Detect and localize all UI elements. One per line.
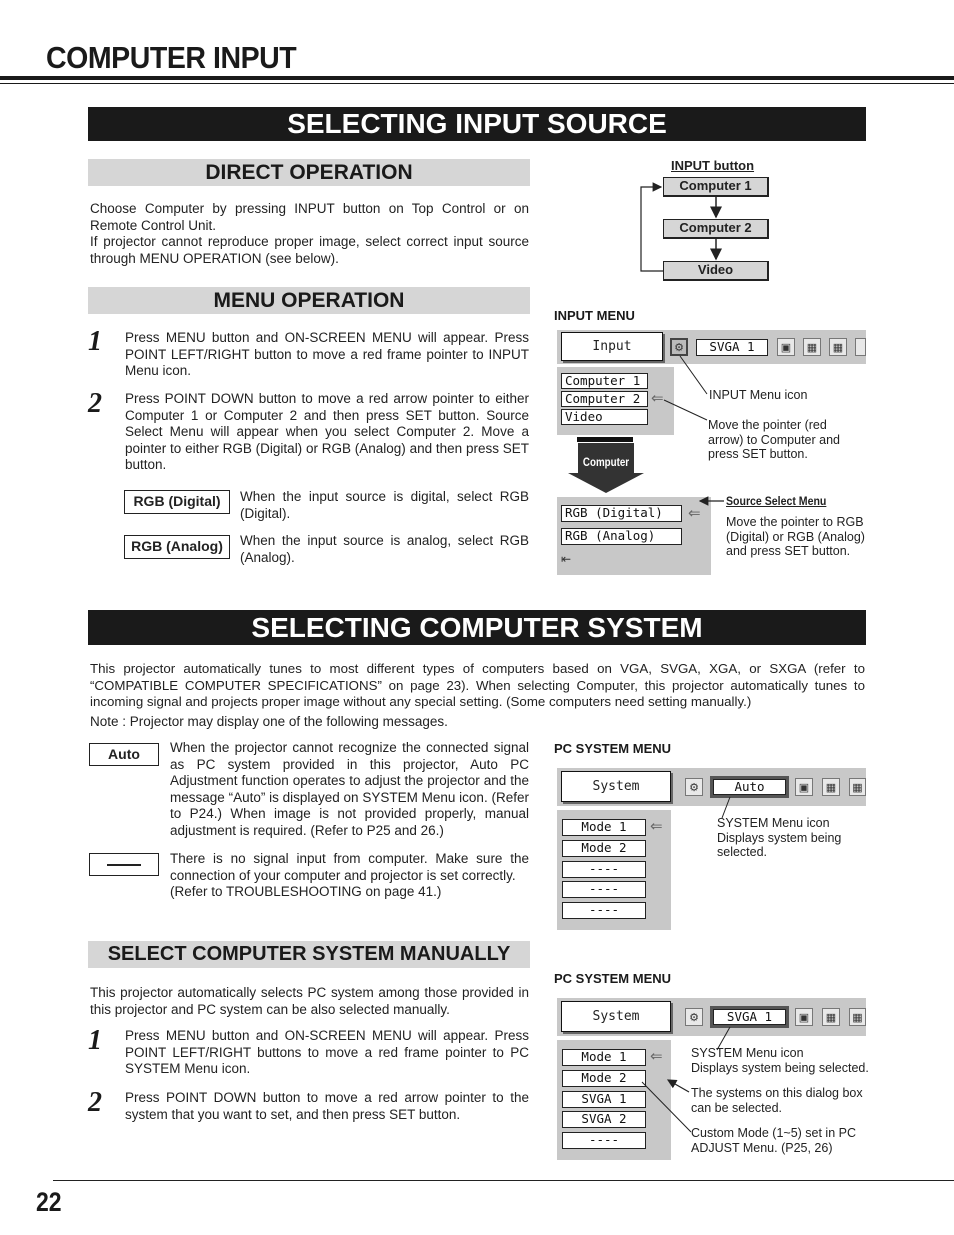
pc-system-menu-title: PC SYSTEM MENU [554, 741, 672, 756]
input-menu-icon[interactable]: ⚙ [685, 1008, 703, 1026]
osd-item-video[interactable]: Video [561, 409, 648, 425]
osd-item[interactable]: SVGA 2 [562, 1111, 646, 1128]
grid-icon[interactable]: ▦ [849, 778, 866, 796]
header-rule-thin [0, 83, 954, 84]
osd-item[interactable]: Mode 2 [562, 840, 646, 857]
nosignal-ref: (Refer to TROUBLESHOOTING on page 41.) [170, 884, 442, 899]
message-auto-label: Auto [89, 743, 159, 766]
option-text: When the input source is digital, select… [240, 489, 529, 521]
callout-system-icon: SYSTEM Menu icon Displays system being s… [691, 1046, 869, 1075]
direct-text-2: If projector cannot reproduce proper ima… [90, 234, 529, 266]
input-menu-icon[interactable]: ⚙ [685, 778, 703, 796]
osd-item[interactable]: ---- [562, 902, 646, 919]
header-rule [0, 76, 954, 80]
message-nosignal-label [89, 853, 159, 876]
osd-item-rgb-analog[interactable]: RGB (Analog) [561, 528, 682, 545]
osd-main-label: System [561, 771, 671, 802]
callout-custom-mode: Custom Mode (1~5) set in PC ADJUST Menu.… [691, 1126, 856, 1155]
system-icon[interactable]: ▣ [795, 1008, 813, 1026]
flow-item-computer-1: Computer 1 [663, 177, 769, 197]
osd-main-label: System [561, 1001, 671, 1032]
step-number: 2 [88, 388, 102, 419]
section-heading-computer-system: SELECTING COMPUTER SYSTEM [88, 610, 866, 645]
osd-item[interactable]: SVGA 1 [562, 1091, 646, 1108]
direct-operation-text: Choose Computer by pressing INPUT button… [90, 201, 529, 267]
callout-line-2: Displays system being selected. [691, 1060, 869, 1075]
osd-item[interactable]: Mode 2 [562, 1070, 646, 1087]
message-nosignal-text: There is no signal input from computer. … [170, 851, 529, 901]
computer-system-note: Note : Projector may display one of the … [90, 714, 448, 729]
grid-icon[interactable]: ▦ [849, 1008, 866, 1026]
footer-rule [53, 1180, 954, 1181]
osd-item[interactable]: ---- [562, 861, 646, 878]
section-heading-input-source: SELECTING INPUT SOURCE [88, 107, 866, 141]
osd-item-computer-2[interactable]: Computer 2 [561, 391, 648, 407]
callout-input-menu-icon: INPUT Menu icon [709, 388, 808, 402]
manual-intro: This projector automatically selects PC … [90, 985, 529, 1017]
pointer-arrow-icon: ⇐ [650, 1048, 663, 1065]
subheading-direct-operation: DIRECT OPERATION [88, 159, 530, 186]
source-select-text: Move the pointer to RGB (Digital) or RGB… [726, 515, 865, 558]
dash-line [107, 864, 141, 866]
osd-item[interactable]: Mode 1 [562, 819, 646, 836]
flow-item-video: Video [663, 261, 769, 281]
osd-item-rgb-digital[interactable]: RGB (Digital) [561, 505, 682, 522]
osd-item-computer-1[interactable]: Computer 1 [561, 373, 648, 389]
osd-system-display[interactable]: Auto [713, 779, 786, 795]
callout-systems: The systems on this dialog box can be se… [691, 1086, 863, 1115]
callout-line-1: SYSTEM Menu icon [691, 1046, 804, 1060]
subheading-menu-operation: MENU OPERATION [88, 287, 530, 314]
pointer-arrow-icon: ⇐ [650, 818, 663, 835]
flow-loop-arrow [640, 182, 663, 272]
exit-icon[interactable]: ⇤ [561, 552, 571, 566]
system-icon[interactable]: ▣ [795, 778, 813, 796]
osd-item[interactable]: ---- [562, 1132, 646, 1149]
callout-system-icon: SYSTEM Menu icon Displays system being s… [717, 816, 842, 859]
step-number: 1 [88, 1025, 102, 1056]
adjust-icon[interactable]: ▦ [803, 338, 821, 356]
system-icon[interactable]: ▣ [777, 338, 795, 356]
step-text: Press MENU button and ON-SCREEN MENU wil… [125, 330, 529, 378]
arrow-label: Computer [582, 457, 630, 469]
page-title: COMPUTER INPUT [46, 40, 297, 75]
pc-system-menu-title: PC SYSTEM MENU [554, 971, 672, 986]
osd-item[interactable]: ---- [562, 881, 646, 898]
screen-icon[interactable] [855, 338, 866, 356]
nosignal-text: There is no signal input from computer. … [170, 851, 529, 883]
subheading-select-manually: SELECT COMPUTER SYSTEM MANUALLY [88, 941, 530, 968]
label-rgb-digital: RGB (Digital) [124, 490, 230, 514]
callout-arrow [666, 1079, 690, 1093]
osd-system-display: SVGA 1 [696, 339, 768, 356]
step-number: 1 [88, 326, 102, 357]
pointer-arrow-icon: ⇐ [688, 505, 701, 522]
page-number: 22 [36, 1187, 62, 1217]
adjust-icon[interactable]: ▦ [822, 778, 840, 796]
step-number: 2 [88, 1087, 102, 1118]
input-menu-icon[interactable]: ⚙ [670, 338, 688, 356]
label-rgb-analog: RGB (Analog) [124, 535, 230, 559]
osd-system-display[interactable]: SVGA 1 [713, 1009, 786, 1025]
computer-system-intro: This projector automatically tunes to mo… [90, 661, 865, 709]
step-text: Press MENU button and ON-SCREEN MENU wil… [125, 1028, 529, 1076]
callout-pointer: Move the pointer (red arrow) to Computer… [708, 418, 841, 461]
message-auto-text: When the projector cannot recognize the … [170, 740, 529, 838]
direct-text-1: Choose Computer by pressing INPUT button… [90, 201, 529, 233]
option-text: When the input source is analog, select … [240, 533, 529, 565]
pointer-arrow-icon: ⇐ [651, 390, 664, 407]
input-menu-title: INPUT MENU [554, 308, 635, 323]
input-button-title: INPUT button [671, 158, 755, 173]
adjust-icon[interactable]: ▦ [822, 1008, 840, 1026]
step-text: Press POINT DOWN button to move a red ar… [125, 1090, 529, 1122]
grid-icon[interactable]: ▦ [829, 338, 847, 356]
step-text: Press POINT DOWN button to move a red ar… [125, 391, 529, 472]
source-select-title: Source Select Menu [726, 494, 827, 508]
flow-item-computer-2: Computer 2 [663, 219, 769, 239]
arrow-top-bar [577, 437, 633, 442]
osd-item[interactable]: Mode 1 [562, 1049, 646, 1066]
osd-main-label: Input [561, 332, 663, 361]
